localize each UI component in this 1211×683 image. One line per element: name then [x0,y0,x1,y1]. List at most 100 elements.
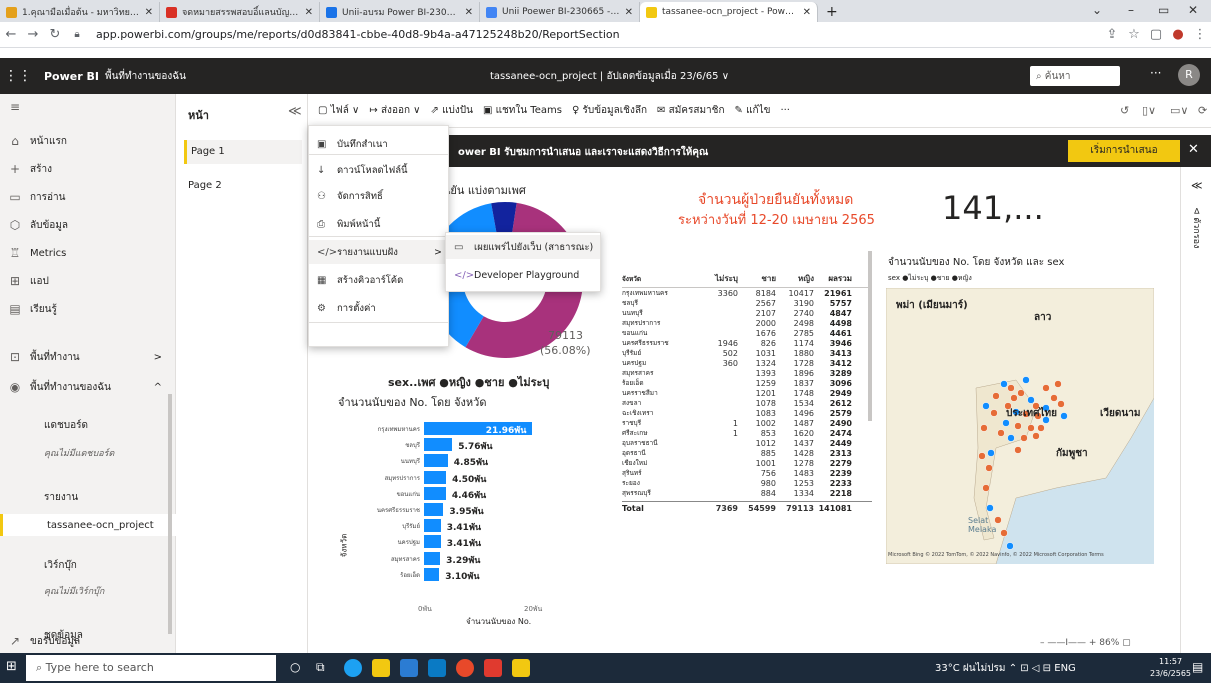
map-bubble[interactable] [992,392,1000,400]
page-tab-1[interactable]: Page 1 [184,140,302,164]
insights-button[interactable]: ♀ รับข้อมูลเชิงลึก [572,103,647,118]
map-bubble[interactable] [1006,542,1014,550]
close-banner-icon[interactable]: ✕ [1188,142,1199,157]
edit-button[interactable]: ✎ แก้ไข [735,103,771,118]
workspace-name[interactable]: พื้นที่ทำงานของฉัน [105,69,186,84]
bar-mark[interactable] [424,454,448,468]
edge-icon[interactable] [344,659,362,677]
file-explorer-icon[interactable] [372,659,390,677]
map-bubble[interactable] [1037,424,1045,432]
map-bubble[interactable] [1014,422,1022,430]
table-header-cell[interactable]: ไม่ระบุ [700,272,738,285]
bar-mark[interactable] [424,535,441,549]
tab-close-icon[interactable]: ✕ [465,7,473,18]
tab-close-icon[interactable]: ✕ [145,7,153,18]
notification-icon[interactable]: ▤ [1192,660,1203,674]
tab-close-icon[interactable]: ✕ [625,7,633,18]
bar-mark[interactable] [424,438,453,452]
chrome-icon[interactable] [456,659,474,677]
map-bubble[interactable] [986,504,994,512]
file-menu-item-1[interactable]: ↓ ดาวน์โหลดไฟล์นี้ [309,158,450,182]
nav-item-3[interactable]: ⬡ ลับข้อมูล [0,214,176,236]
reload-icon[interactable]: ↻ [44,27,66,42]
bar-mark[interactable] [424,503,444,516]
url-field[interactable]: app.powerbi.com/groups/me/reports/d0d838… [96,28,1101,41]
close-window-icon[interactable]: ✕ [1188,3,1198,17]
windows-start-icon[interactable]: ⊞ [6,659,17,674]
page-tab-2[interactable]: Page 2 [184,174,302,198]
publish-to-web-item[interactable]: ▭ เผยแพร่ไปยังเว็บ (สาธารณะ) [446,235,600,259]
store-icon[interactable] [400,659,418,677]
map-bubble[interactable] [1007,434,1015,442]
new-tab-icon[interactable]: + [818,2,846,22]
filters-pane-collapsed[interactable]: ≪ ⊲ ตัวกรอง [1180,167,1211,654]
map-visual[interactable]: พม่า (เมียนมาร์) ลาว ประเทศไทย เวียดนาม … [886,288,1154,564]
table-header-cell[interactable]: ผลรวม [814,272,852,285]
app-name[interactable]: Power BI [44,70,99,83]
zoom-control[interactable]: – ——I—— + 86% ▢ [1040,638,1131,648]
map-bubble[interactable] [1054,380,1062,388]
file-menu-item-6[interactable]: ⚙ การตั้งค่า [309,296,450,320]
map-bubble[interactable] [982,402,990,410]
map-bubble[interactable] [978,452,986,460]
file-menu-button[interactable]: ▢ ไฟล์ ∨ [318,103,359,118]
map-bubble[interactable] [1042,384,1050,392]
workspace-sub-item[interactable]: แดชบอร์ด [0,414,176,436]
tab-layout-icon[interactable]: ▢ [1145,27,1167,42]
map-bubble[interactable] [1057,400,1065,408]
workspace-sub-item[interactable]: คุณไม่มีแดชบอร์ด [0,442,176,464]
bookmark-star-icon[interactable]: ☆ [1123,27,1145,42]
table-header-cell[interactable]: จังหวัด [622,274,700,284]
share-button[interactable]: ⇗ แบ่งปัน [431,103,473,118]
minimize-icon[interactable]: – [1128,3,1134,17]
bar-mark[interactable] [424,551,441,565]
map-bubble[interactable] [1027,396,1035,404]
workspace-sub-item[interactable]: รายงาน [0,486,176,508]
map-bubble[interactable] [1032,432,1040,440]
system-tray[interactable]: 33°C ฝนไม่ปรม ⌃ ⊡ ◁ ⊟ ENG [935,661,1076,676]
start-presentation-button[interactable]: เริ่มการนำเสนอ [1068,140,1180,162]
file-menu-item-3[interactable]: ⎙ พิมพ์หน้านี้ [309,212,450,236]
tab-close-icon[interactable]: ✕ [305,7,313,18]
back-icon[interactable]: ← [0,27,22,42]
map-bubble[interactable] [1010,394,1018,402]
map-bubble[interactable] [982,484,990,492]
workspace-sub-item[interactable]: tassanee-ocn_project [0,514,176,536]
profile-icon[interactable]: ● [1167,27,1189,42]
forward-icon[interactable]: → [22,27,44,42]
cortana-icon[interactable]: ○ [290,660,300,674]
nav-item-1[interactable]: + สร้าง [0,158,176,180]
map-bubble[interactable] [997,429,1005,437]
bar-mark[interactable] [424,486,446,500]
table-header-cell[interactable]: ชาย [738,272,776,285]
file-menu-item-4[interactable]: </> รายงานแบบฝัง > [309,240,450,264]
nav-item-4[interactable]: ♖ Metrics [0,242,176,264]
browser-tab[interactable]: Unii Poewer BI-230665 - Google ✕ [480,2,640,22]
map-bubble[interactable] [1014,446,1022,454]
file-menu-item-2[interactable]: ⚇ จัดการสิทธิ์ [309,184,450,208]
bar-mark[interactable] [424,519,441,533]
nav-collapse-button[interactable]: ≡ [0,96,176,118]
map-bubble[interactable] [990,409,998,417]
map-bubble[interactable] [1007,384,1015,392]
browser-menu-icon[interactable]: ⋮ [1189,27,1211,42]
subscribe-button[interactable]: ✉ สมัครสมาชิก [657,103,724,118]
taskbar-search[interactable]: ⌕ Type here to search [26,655,276,681]
table-header-cell[interactable]: หญิง [776,272,814,285]
browser-tab[interactable]: tassanee-ocn_project - Power BI ✕ [640,2,818,22]
nav-item-0[interactable]: ⌂ หน้าแรก [0,130,176,152]
map-bubble[interactable] [1020,434,1028,442]
map-bubble[interactable] [1060,412,1068,420]
teams-chat-button[interactable]: ▣ แชทใน Teams [483,103,562,118]
export-button[interactable]: ↦ ส่งออก ∨ [369,103,420,118]
tab-close-icon[interactable]: ✕ [803,7,811,18]
mail-icon[interactable] [428,659,446,677]
browser-tab[interactable]: 1.คุณามือเมื่อต้น - มหาวิทยาลัยอุบ ✕ [0,2,160,22]
maximize-icon[interactable]: ▭ [1158,3,1169,17]
file-menu-item-5[interactable]: ▦ สร้างคิวอาร์โค้ด [309,268,450,292]
map-bubble[interactable] [1050,394,1058,402]
app-launcher-icon[interactable]: ⋮⋮ [0,68,36,84]
tab-search-icon[interactable]: ⌄ [1092,3,1102,17]
more-toolbar-button[interactable]: ··· [780,105,790,116]
bar-mark[interactable] [424,470,447,484]
